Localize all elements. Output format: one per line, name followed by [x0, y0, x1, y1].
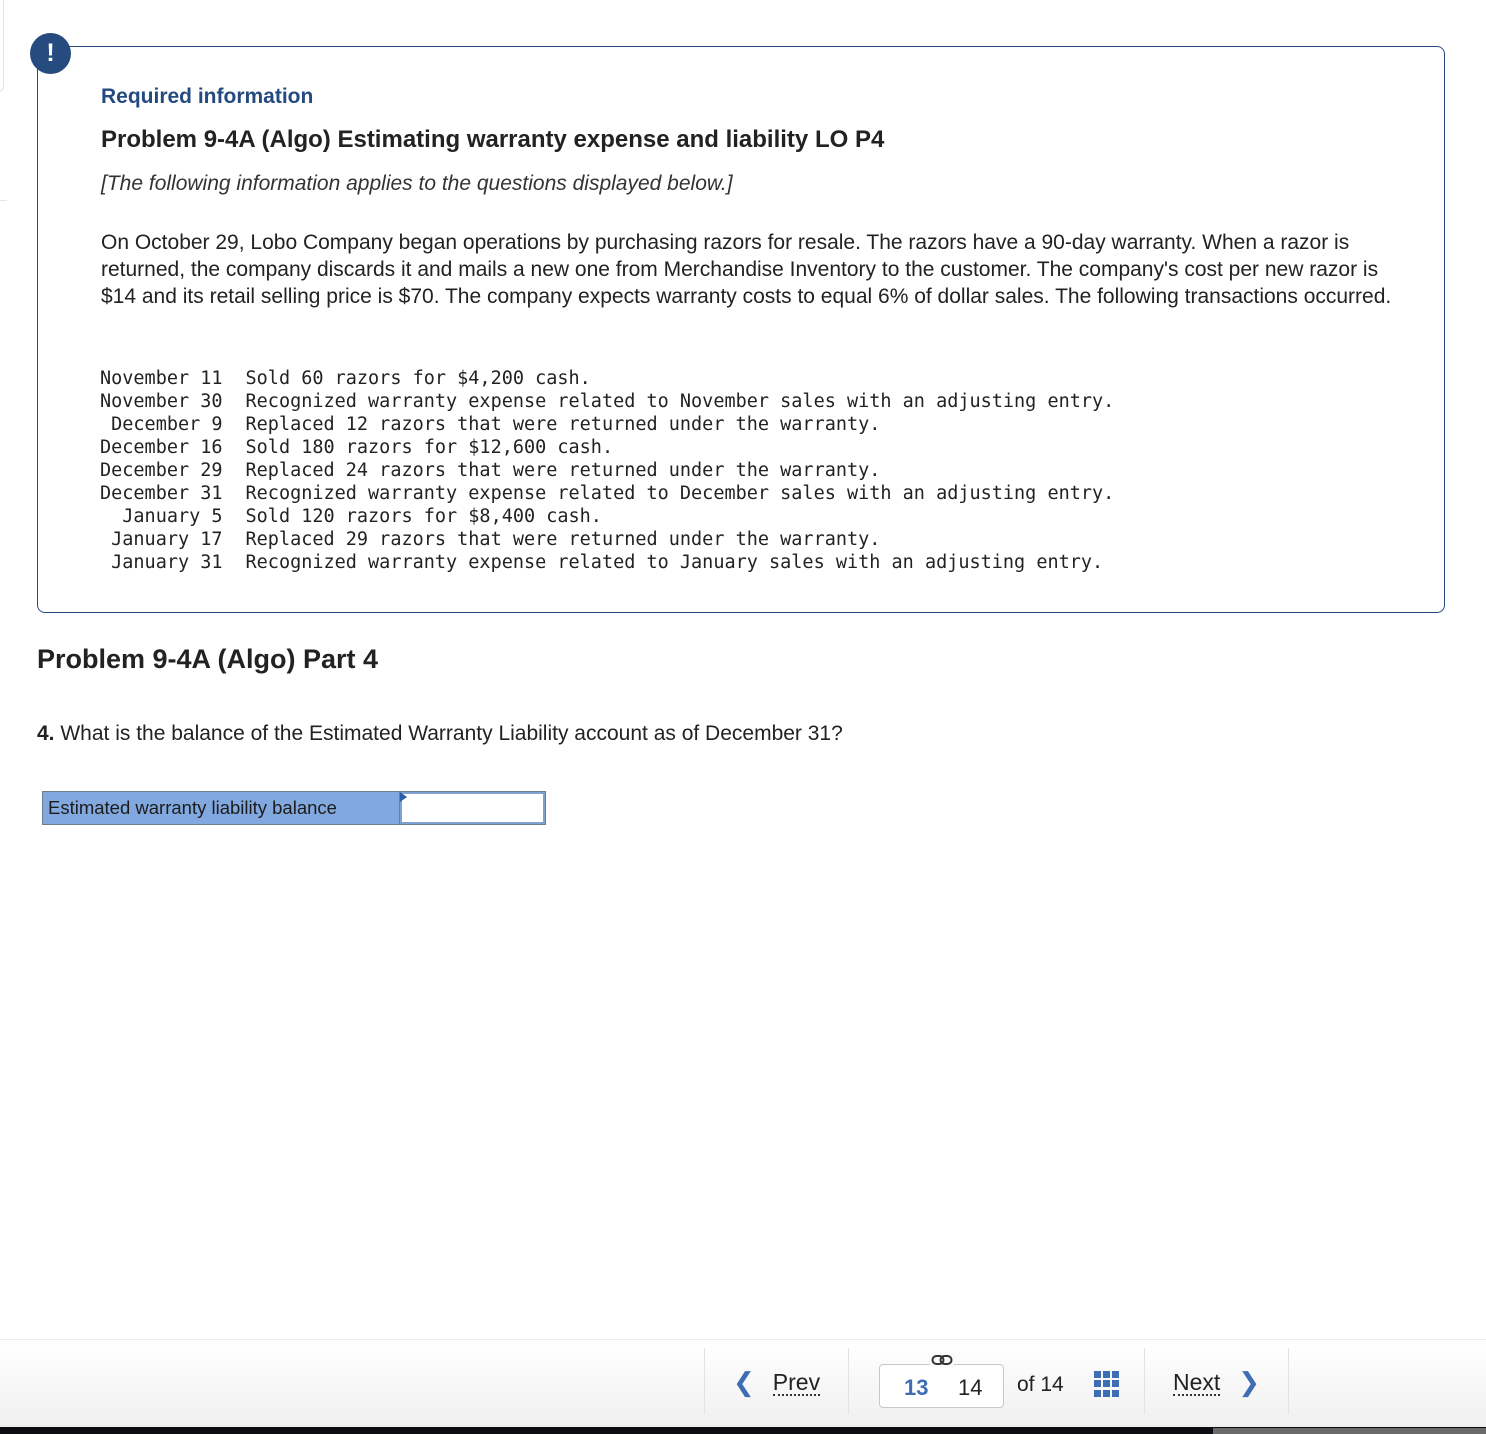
transaction-description: Replaced 12 razors that were returned un… [245, 414, 881, 435]
transactions-table: November 11 Sold 60 razors for $4,200 cas… [100, 367, 1114, 574]
transaction-date: November 11 [100, 368, 223, 389]
transaction-date: November 30 [100, 391, 223, 412]
transaction-description: Replaced 29 razors that were returned un… [245, 529, 881, 550]
chevron-left-icon: ❮ [733, 1368, 755, 1398]
chevron-right-icon: ❯ [1238, 1368, 1261, 1398]
transaction-description: Recognized warranty expense related to J… [245, 552, 1104, 573]
input-flag-icon [400, 792, 407, 802]
link-icon[interactable] [930, 1353, 954, 1367]
answer-cell [400, 792, 545, 824]
transaction-row: January 17 Replaced 29 razors that were r… [100, 528, 1114, 551]
part-title: Problem 9-4A (Algo) Part 4 [37, 644, 379, 674]
problem-title: Problem 9-4A (Algo) Estimating warranty … [101, 126, 885, 153]
footer-divider [704, 1348, 705, 1414]
transaction-row: November 30 Recognized warranty expense r… [100, 390, 1114, 413]
transaction-row: December 29 Replaced 24 razors that were … [100, 459, 1114, 482]
transaction-description: Recognized warranty expense related to N… [245, 391, 1115, 412]
footer-divider [848, 1348, 849, 1414]
transaction-row: December 16 Sold 180 razors for $12,600 c… [100, 436, 1114, 459]
transaction-date: January 31 [111, 552, 223, 573]
transaction-row: December 9 Replaced 12 razors that were r… [100, 413, 1114, 436]
transaction-date: December 29 [100, 460, 223, 481]
transaction-date: December 9 [111, 414, 223, 435]
question-text: What is the balance of the Estimated War… [54, 722, 843, 745]
alert-icon: ! [30, 33, 71, 74]
footer-navigation: ❮ Prev 13 14 of 14 Next ❯ [0, 1339, 1486, 1428]
prev-label: Prev [772, 1369, 821, 1396]
transaction-row: January 31 Recognized warranty expense re… [100, 551, 1114, 574]
footer-divider [1144, 1348, 1145, 1414]
transaction-description: Sold 60 razors for $4,200 cash. [245, 368, 591, 389]
question: 4. What is the balance of the Estimated … [37, 722, 843, 746]
transaction-row: January 5 Sold 120 razors for $8,400 cash… [100, 505, 1114, 528]
required-information-heading: Required information [101, 85, 314, 108]
page-selector: 13 14 [879, 1353, 1004, 1408]
left-edge-divider [0, 200, 7, 201]
transaction-date: December 31 [100, 483, 223, 504]
applies-note: [The following information applies to th… [101, 172, 733, 195]
answer-row: Estimated warranty liability balance [42, 791, 546, 825]
answer-label: Estimated warranty liability balance [43, 792, 400, 824]
taskbar-strip-right [1213, 1428, 1486, 1434]
left-edge-panel [0, 0, 4, 92]
page-total: of 14 [1017, 1373, 1064, 1396]
transaction-description: Replaced 24 razors that were returned un… [245, 460, 881, 481]
estimated-warranty-liability-input[interactable] [400, 792, 545, 824]
transaction-date: January 5 [122, 506, 223, 527]
transaction-date: December 16 [100, 437, 223, 458]
grid-icon[interactable] [1094, 1371, 1120, 1397]
transaction-description: Sold 180 razors for $12,600 cash. [245, 437, 614, 458]
transaction-row: November 11 Sold 60 razors for $4,200 cas… [100, 367, 1114, 390]
question-number: 4. [37, 722, 55, 745]
intro-paragraph: On October 29, Lobo Company began operat… [101, 231, 1392, 308]
transaction-date: January 17 [111, 529, 223, 550]
page-next[interactable]: 14 [958, 1375, 982, 1401]
transaction-description: Recognized warranty expense related to D… [245, 483, 1115, 504]
footer-divider [1288, 1348, 1289, 1414]
prev-button[interactable]: ❮ Prev [733, 1368, 821, 1398]
transaction-description: Sold 120 razors for $8,400 cash. [245, 506, 602, 527]
next-button[interactable]: Next ❯ [1173, 1368, 1260, 1398]
transaction-row: December 31 Recognized warranty expense r… [100, 482, 1114, 505]
page-current[interactable]: 13 [904, 1375, 928, 1401]
next-label: Next [1173, 1369, 1221, 1396]
